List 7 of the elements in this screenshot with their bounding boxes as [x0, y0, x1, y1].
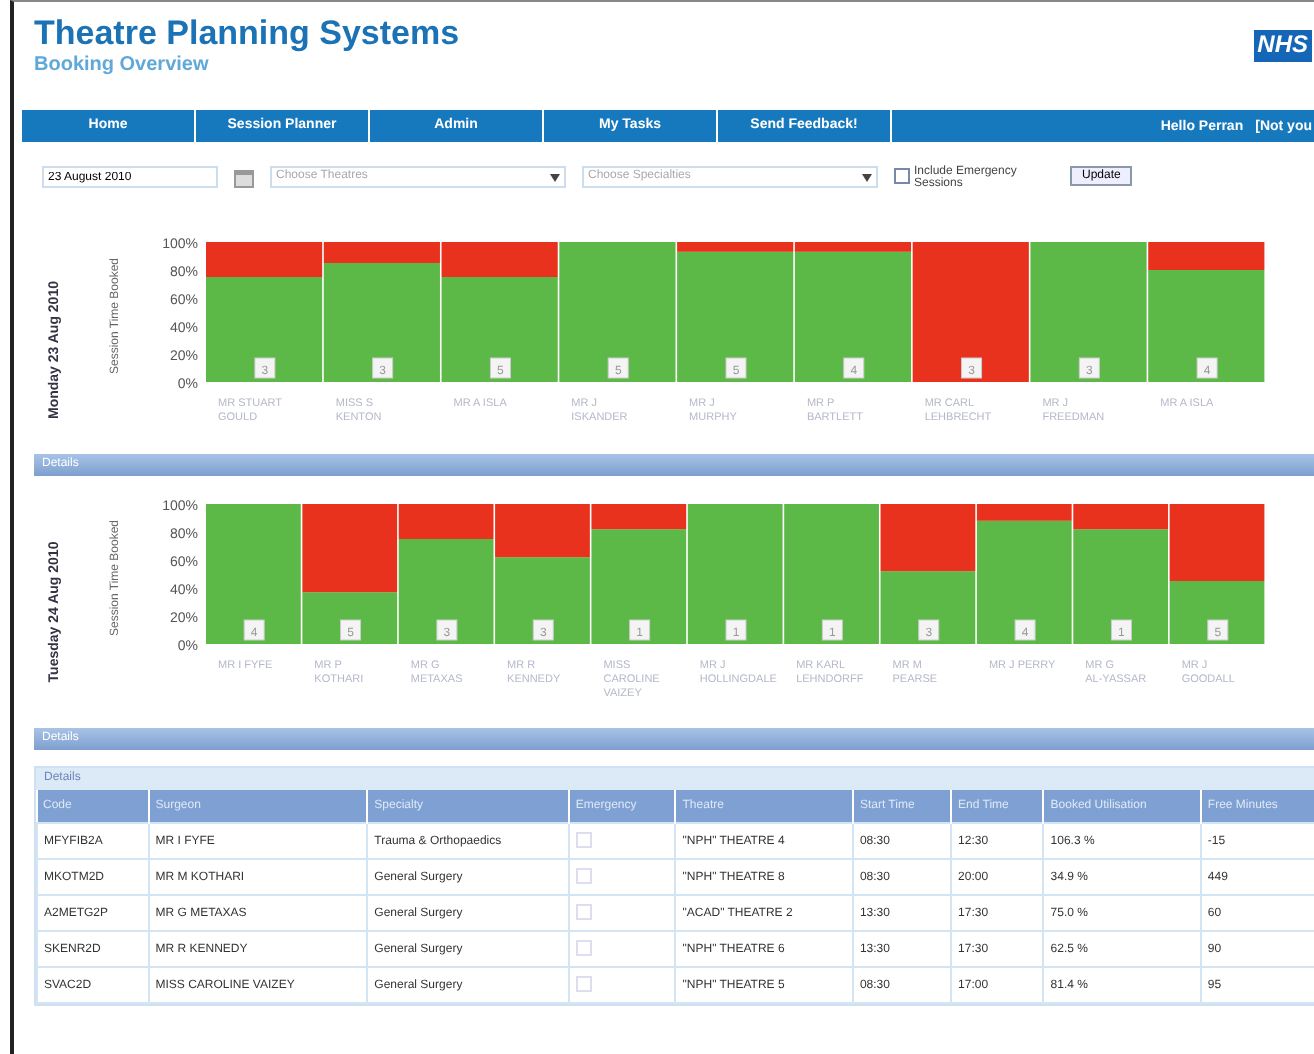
emergency-checkbox[interactable]	[894, 168, 910, 184]
calendar-icon[interactable]	[234, 168, 254, 188]
page-subtitle: Booking Overview	[34, 54, 211, 76]
logo: NHS	[1253, 30, 1312, 62]
dropdown-arrow-icon	[550, 174, 560, 182]
app-title: Theatre Planning Systems	[34, 14, 460, 54]
dropdown-arrow-icon	[862, 174, 872, 182]
